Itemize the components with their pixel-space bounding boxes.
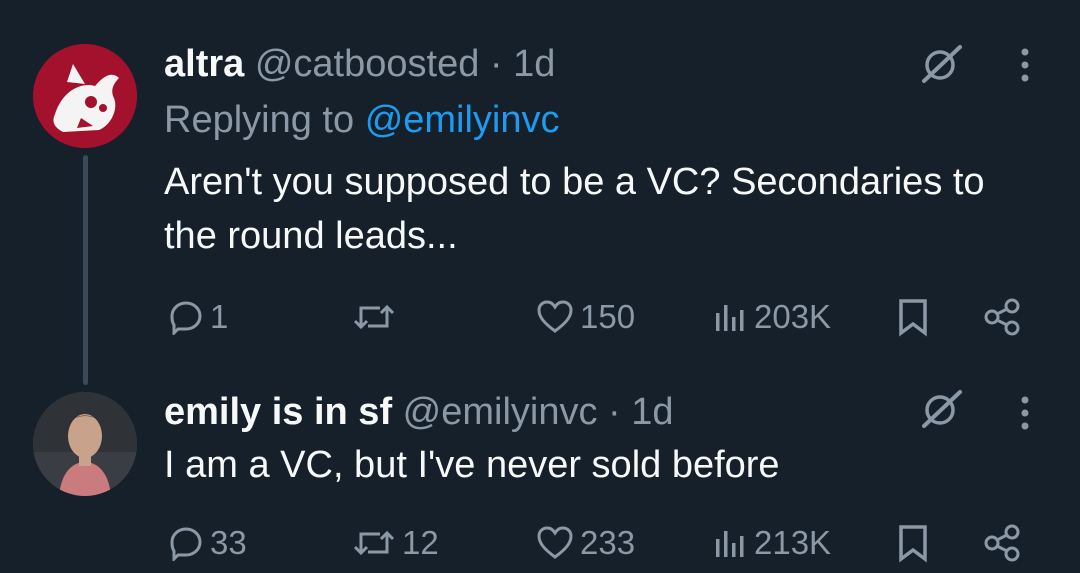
grok-icon[interactable]	[920, 43, 964, 87]
post-header: altra @catboosted · 1d	[164, 42, 555, 86]
share-icon	[984, 298, 1020, 336]
timestamp[interactable]: 1d	[631, 391, 673, 433]
views-count: 203K	[754, 298, 832, 335]
display-name[interactable]: altra	[164, 43, 244, 85]
handle[interactable]: @emilyinvc	[403, 391, 598, 433]
replying-to: Replying to @emilyinvc	[164, 98, 560, 142]
action-bar: 33 12 233 213K	[164, 521, 1034, 565]
separator: ·	[608, 391, 621, 433]
replying-to-mention[interactable]: @emilyinvc	[365, 99, 560, 141]
like-icon	[537, 300, 573, 333]
reply-count: 1	[210, 298, 229, 335]
views-icon	[716, 305, 744, 331]
like-count: 150	[580, 298, 636, 335]
reply-icon	[170, 301, 202, 335]
repost-button[interactable]	[352, 295, 402, 339]
avatar[interactable]	[33, 44, 137, 148]
more-icon[interactable]	[1018, 393, 1032, 433]
repost-button[interactable]: 12	[352, 521, 439, 565]
handle[interactable]: @catboosted	[255, 43, 480, 85]
avatar[interactable]	[33, 392, 137, 496]
post-text: Aren't you supposed to be a VC? Secondar…	[164, 161, 985, 257]
views-count: 213K	[754, 524, 832, 561]
thread-connector-line	[83, 155, 88, 385]
views-button[interactable]: 203K	[712, 295, 831, 339]
share-button[interactable]	[982, 521, 1022, 565]
bookmark-icon	[899, 299, 927, 337]
bookmark-button[interactable]	[896, 521, 930, 565]
replying-to-label: Replying to	[164, 99, 355, 141]
reply-icon	[170, 527, 202, 561]
like-button[interactable]: 233	[536, 521, 635, 565]
timestamp[interactable]: 1d	[513, 43, 555, 85]
reply-count: 33	[210, 524, 247, 561]
post-text: I am a VC, but I've never sold before	[164, 444, 780, 486]
repost-icon	[353, 530, 395, 556]
more-icon[interactable]	[1018, 45, 1032, 85]
grok-icon[interactable]	[920, 388, 964, 432]
separator: ·	[489, 43, 503, 85]
like-icon	[537, 526, 573, 559]
repost-count: 12	[402, 524, 439, 561]
bookmark-button[interactable]	[896, 295, 930, 339]
reply-button[interactable]: 33	[168, 521, 247, 565]
bookmark-icon	[899, 525, 927, 563]
share-icon	[984, 524, 1020, 562]
repost-icon	[353, 304, 395, 330]
views-icon	[716, 531, 744, 557]
like-button[interactable]: 150	[536, 295, 635, 339]
display-name[interactable]: emily is in sf	[164, 391, 392, 433]
like-count: 233	[580, 524, 636, 561]
reply-button[interactable]: 1	[168, 295, 228, 339]
post-header: emily is in sf @emilyinvc · 1d	[164, 390, 674, 434]
share-button[interactable]	[982, 295, 1022, 339]
action-bar: 1 150 203K	[164, 295, 1034, 339]
views-button[interactable]: 213K	[712, 521, 831, 565]
